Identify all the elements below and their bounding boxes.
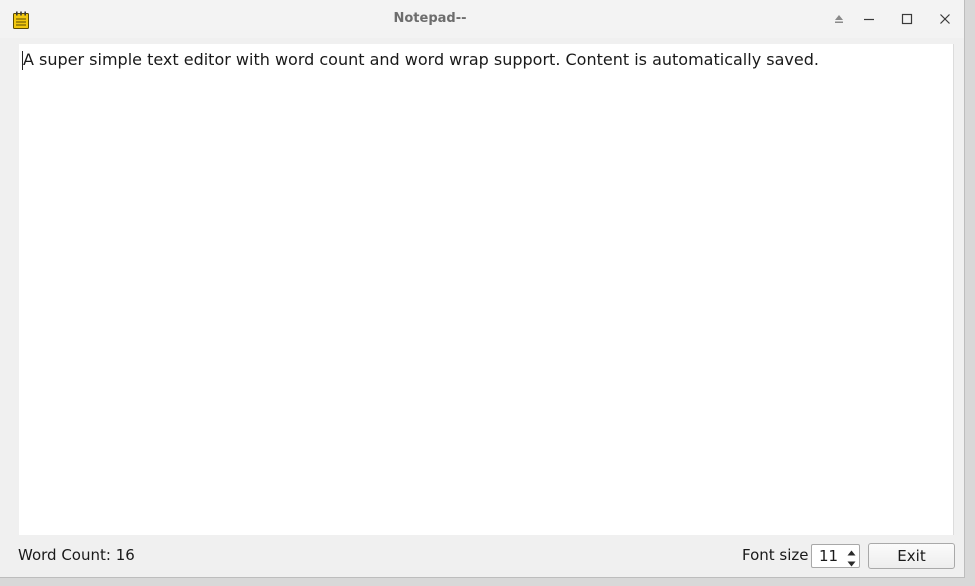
spin-arrows <box>844 545 859 567</box>
word-count-label: Word Count: 16 <box>18 546 135 564</box>
text-editor-area[interactable]: A super simple text editor with word cou… <box>19 44 954 535</box>
spin-down-button[interactable] <box>844 556 859 567</box>
font-size-spinbox[interactable]: 11 <box>811 544 860 568</box>
close-icon <box>939 13 951 25</box>
notepad-window: Notepad-- A super simple text editor wit… <box>0 0 965 578</box>
shade-button[interactable] <box>828 8 850 30</box>
font-size-value[interactable]: 11 <box>819 547 838 565</box>
window-title: Notepad-- <box>393 11 467 26</box>
maximize-icon <box>901 13 913 25</box>
maximize-button[interactable] <box>896 8 918 30</box>
font-size-label: Font size <box>742 546 809 564</box>
shade-icon <box>834 14 844 24</box>
minimize-button[interactable] <box>858 8 880 30</box>
exit-button[interactable]: Exit <box>868 543 955 569</box>
minimize-icon <box>863 13 875 25</box>
chevron-down-icon <box>847 552 856 571</box>
title-bar[interactable]: Notepad-- <box>0 0 964 38</box>
status-bar: Word Count: 16 Font size 11 Exit <box>0 535 964 577</box>
editor-content[interactable]: A super simple text editor with word cou… <box>23 50 819 69</box>
close-button[interactable] <box>934 8 956 30</box>
